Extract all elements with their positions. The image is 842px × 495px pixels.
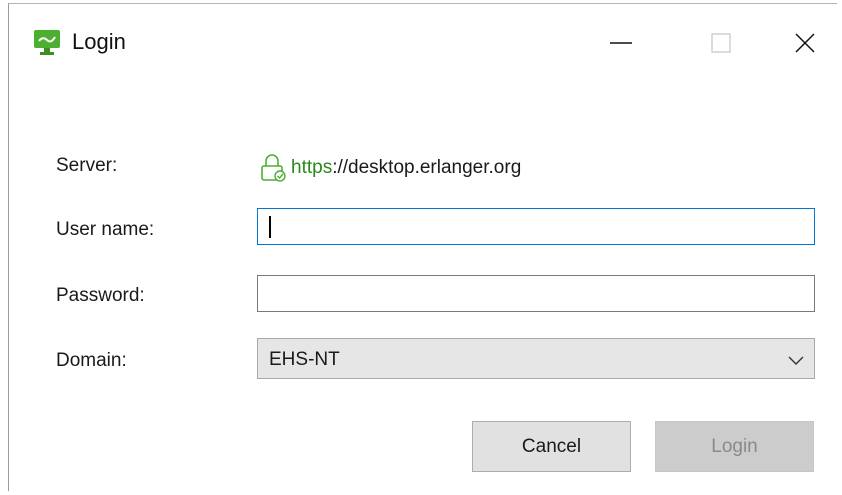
minimize-icon — [610, 42, 632, 44]
password-label: Password: — [56, 285, 145, 306]
cancel-button[interactable]: Cancel — [472, 421, 631, 472]
password-input[interactable] — [257, 275, 815, 312]
domain-select[interactable]: EHS-NT — [257, 338, 815, 379]
maximize-button[interactable] — [691, 18, 751, 68]
remote-desktop-app-icon — [33, 28, 61, 56]
server-url-host: ://desktop.erlanger.org — [332, 157, 522, 178]
text-caret — [269, 216, 271, 238]
window-title: Login — [72, 29, 126, 54]
domain-label: Domain: — [56, 350, 127, 371]
server-url: https://desktop.erlanger.org — [291, 157, 521, 179]
server-label: Server: — [56, 155, 118, 176]
domain-selected-value: EHS-NT — [269, 349, 340, 370]
close-button[interactable] — [775, 18, 835, 68]
username-input[interactable] — [257, 208, 815, 245]
minimize-button[interactable] — [591, 18, 651, 68]
username-label: User name: — [56, 219, 155, 240]
title-bar[interactable]: Login — [9, 4, 837, 80]
close-icon — [795, 33, 815, 53]
server-url-scheme: https — [291, 157, 333, 178]
secure-lock-icon — [258, 152, 288, 187]
maximize-icon — [711, 33, 731, 53]
chevron-down-icon — [788, 353, 804, 371]
login-button[interactable]: Login — [655, 421, 814, 472]
login-window: Login Server: https://desktop.erlanger.o… — [8, 3, 837, 491]
